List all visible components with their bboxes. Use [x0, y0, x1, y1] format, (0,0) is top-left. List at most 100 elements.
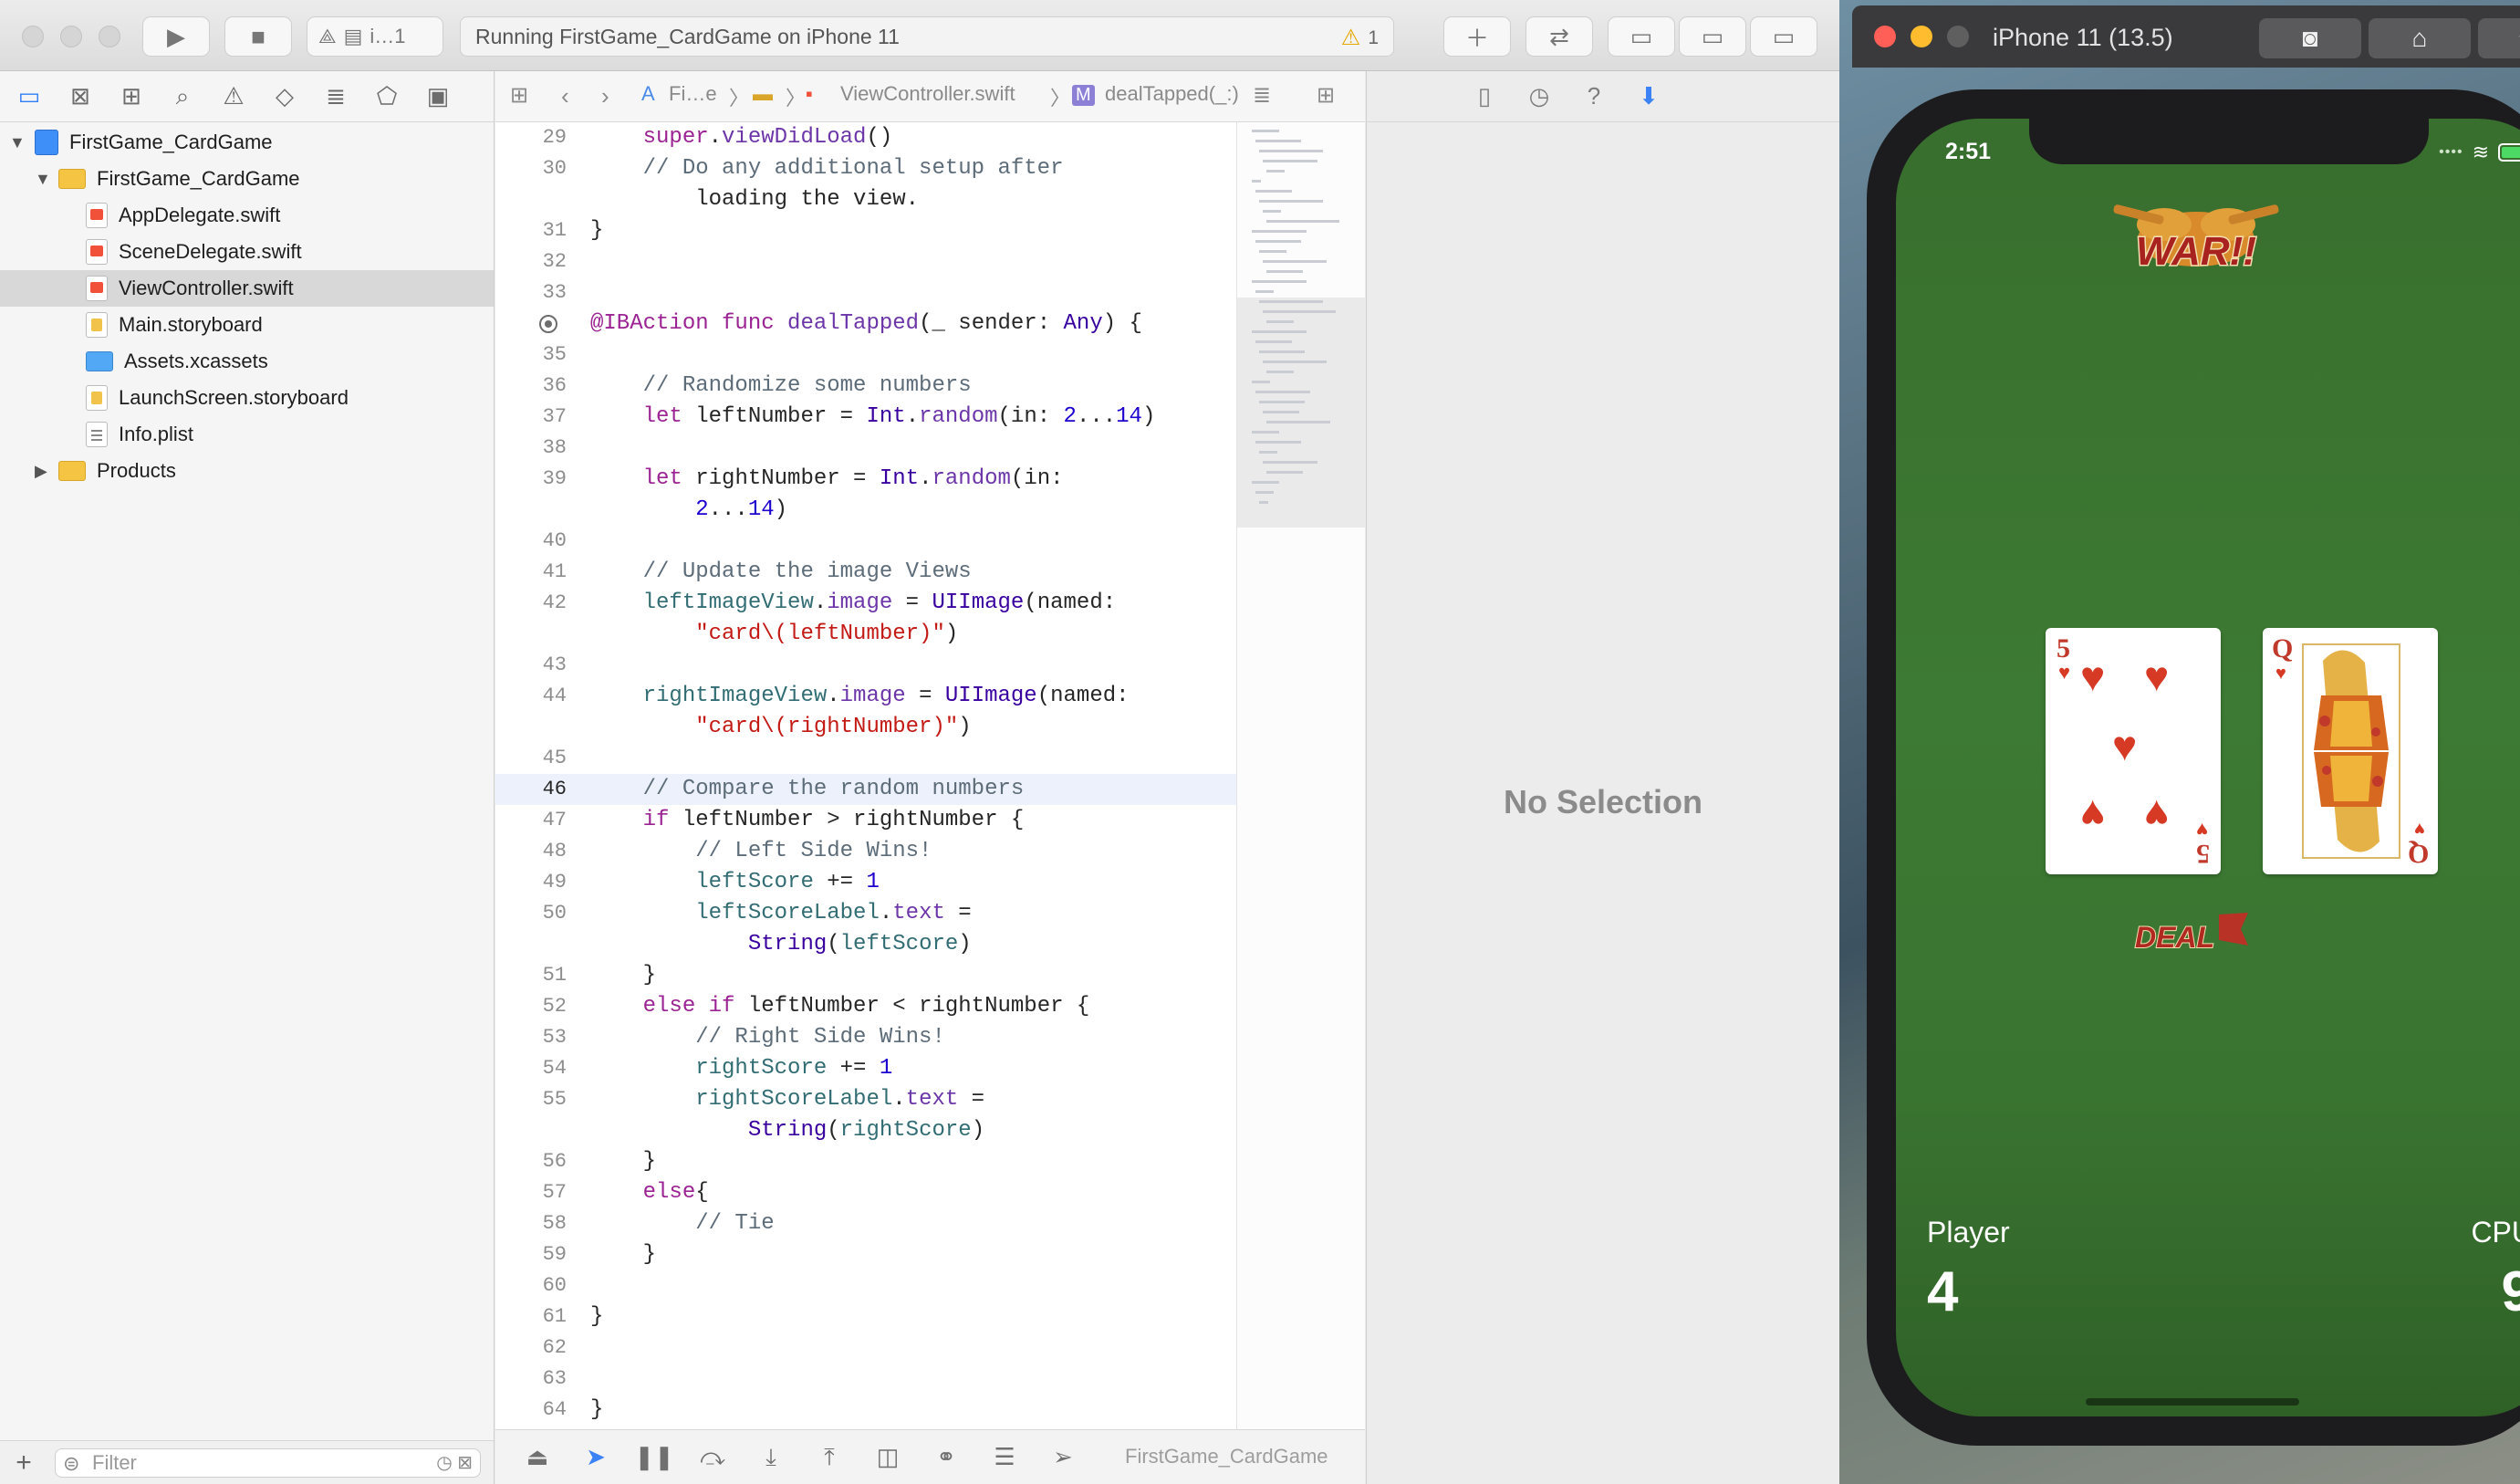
code-line[interactable]: 61}: [495, 1301, 1236, 1332]
line-number[interactable]: 57: [495, 1177, 567, 1208]
tree-item-assets[interactable]: Assets.xcassets: [0, 343, 494, 380]
breadcrumb-symbol[interactable]: dealTapped(_:): [1105, 82, 1239, 106]
library-button[interactable]: ＋: [1443, 16, 1511, 57]
line-number[interactable]: 37: [495, 402, 567, 433]
line-number[interactable]: 41: [495, 557, 567, 588]
screenshot-button[interactable]: ◙: [2259, 18, 2361, 58]
line-number[interactable]: 48: [495, 836, 567, 867]
scheme-selector[interactable]: ⟁ ▤ i…1: [307, 16, 443, 57]
home-button[interactable]: ⌂: [2369, 18, 2471, 58]
line-number[interactable]: 40: [495, 526, 567, 557]
code-line[interactable]: 64}: [495, 1395, 1236, 1426]
line-number[interactable]: 53: [495, 1022, 567, 1053]
code-line[interactable]: String(leftScore): [495, 929, 1236, 960]
code-line[interactable]: 60: [495, 1270, 1236, 1301]
code-line[interactable]: String(rightScore): [495, 1115, 1236, 1146]
line-number[interactable]: 51: [495, 960, 567, 991]
tree-item-main-storyboard[interactable]: Main.storyboard: [0, 307, 494, 343]
code-line[interactable]: 47 if leftNumber > rightNumber {: [495, 805, 1236, 836]
code-line[interactable]: 43: [495, 650, 1236, 681]
code-line[interactable]: 50 leftScoreLabel.text =: [495, 898, 1236, 929]
line-number[interactable]: 54: [495, 1053, 567, 1084]
code-line[interactable]: 46 // Compare the random numbers: [495, 774, 1236, 805]
issue-icon[interactable]: ⚠: [217, 80, 250, 113]
code-line[interactable]: 42 leftImageView.image = UIImage(named:: [495, 588, 1236, 619]
attributes-inspector-icon[interactable]: ⬇: [1631, 79, 1666, 114]
code-line[interactable]: loading the view.: [495, 184, 1236, 215]
line-number[interactable]: 46: [495, 774, 567, 805]
back-icon[interactable]: ‹: [561, 82, 569, 110]
code-line[interactable]: 62: [495, 1332, 1236, 1364]
line-number[interactable]: 49: [495, 867, 567, 898]
line-number[interactable]: 42: [495, 588, 567, 619]
add-editor-icon[interactable]: ⊞: [1317, 82, 1335, 109]
run-button[interactable]: ▶: [142, 16, 210, 57]
line-number[interactable]: 45: [495, 743, 567, 774]
source-control-icon[interactable]: ⊠: [64, 80, 97, 113]
tree-item-project[interactable]: ▼ FirstGame_CardGame: [0, 124, 494, 161]
line-number[interactable]: 47: [495, 805, 567, 836]
line-number[interactable]: 44: [495, 681, 567, 712]
minimap[interactable]: [1236, 122, 1365, 1429]
line-number[interactable]: 61: [495, 1301, 567, 1332]
deal-button[interactable]: DEAL: [2131, 909, 2250, 956]
code-line[interactable]: 38: [495, 433, 1236, 464]
code-line[interactable]: 41 // Update the image Views: [495, 557, 1236, 588]
code-line[interactable]: @IBAction func dealTapped(_ sender: Any)…: [495, 308, 1236, 340]
file-inspector-icon[interactable]: ▯: [1467, 79, 1502, 114]
simulate-location-icon[interactable]: ➢: [1047, 1441, 1079, 1474]
stop-button[interactable]: ■: [224, 16, 292, 57]
line-number[interactable]: 33: [495, 277, 567, 308]
pause-icon[interactable]: ❚❚: [634, 1441, 674, 1474]
line-number[interactable]: 32: [495, 246, 567, 277]
view-debugger-icon[interactable]: ◫: [871, 1441, 904, 1474]
home-indicator[interactable]: [2086, 1398, 2299, 1406]
code-line[interactable]: 57 else{: [495, 1177, 1236, 1208]
forward-icon[interactable]: ›: [601, 82, 609, 110]
editor-options-icon[interactable]: ≣: [1253, 82, 1271, 109]
environment-overrides-icon[interactable]: ☰: [988, 1441, 1021, 1474]
code-line[interactable]: 59 }: [495, 1239, 1236, 1270]
breadcrumb-file[interactable]: ViewController.swift: [840, 82, 1015, 106]
line-number[interactable]: 60: [495, 1270, 567, 1301]
close-window-button[interactable]: [22, 26, 44, 47]
history-icon[interactable]: ◷: [1522, 79, 1557, 114]
navigator-toggle-button[interactable]: ▭: [1608, 16, 1675, 57]
zoom-window-button[interactable]: [99, 26, 120, 47]
line-number[interactable]: 29: [495, 122, 567, 153]
line-number[interactable]: 62: [495, 1332, 567, 1364]
code-line[interactable]: 56 }: [495, 1146, 1236, 1177]
code-line[interactable]: 32: [495, 246, 1236, 277]
add-file-button[interactable]: +: [0, 1447, 47, 1479]
code-area[interactable]: 29 super.viewDidLoad() 30 // Do any addit…: [495, 122, 1236, 1429]
code-line[interactable]: 45: [495, 743, 1236, 774]
step-into-icon[interactable]: ⤓: [755, 1441, 787, 1474]
code-line[interactable]: 36 // Randomize some numbers: [495, 371, 1236, 402]
ibaction-connection-icon[interactable]: [539, 315, 557, 333]
related-items-icon[interactable]: ⊞: [510, 82, 528, 109]
code-review-button[interactable]: ⇄: [1526, 16, 1593, 57]
step-out-icon[interactable]: ⤒: [813, 1441, 846, 1474]
line-number[interactable]: 31: [495, 215, 567, 246]
code-line[interactable]: 39 let rightNumber = Int.random(in:: [495, 464, 1236, 495]
breakpoint-icon[interactable]: ⬠: [370, 80, 403, 113]
code-line[interactable]: 54 rightScore += 1: [495, 1053, 1236, 1084]
line-number[interactable]: 56: [495, 1146, 567, 1177]
code-line[interactable]: "card\(leftNumber)"): [495, 619, 1236, 650]
code-line[interactable]: "card\(rightNumber)"): [495, 712, 1236, 743]
memory-graph-icon[interactable]: ⚭: [930, 1441, 963, 1474]
line-number[interactable]: 39: [495, 464, 567, 495]
code-line[interactable]: 40: [495, 526, 1236, 557]
debug-area-toggle-button[interactable]: ▭: [1679, 16, 1746, 57]
project-navigator-icon[interactable]: ▭: [13, 80, 46, 113]
quick-help-icon[interactable]: ?: [1577, 79, 1611, 114]
line-number[interactable]: 43: [495, 650, 567, 681]
simulator-close-button[interactable]: [1874, 26, 1896, 47]
simulator-zoom-button[interactable]: [1947, 26, 1969, 47]
find-icon[interactable]: ⌕: [166, 80, 199, 113]
tree-item-viewcontroller[interactable]: ViewController.swift: [0, 270, 494, 307]
code-line[interactable]: 51 }: [495, 960, 1236, 991]
tree-item-products[interactable]: ▶ Products: [0, 453, 494, 489]
minimize-window-button[interactable]: [60, 26, 82, 47]
line-number[interactable]: 63: [495, 1364, 567, 1395]
